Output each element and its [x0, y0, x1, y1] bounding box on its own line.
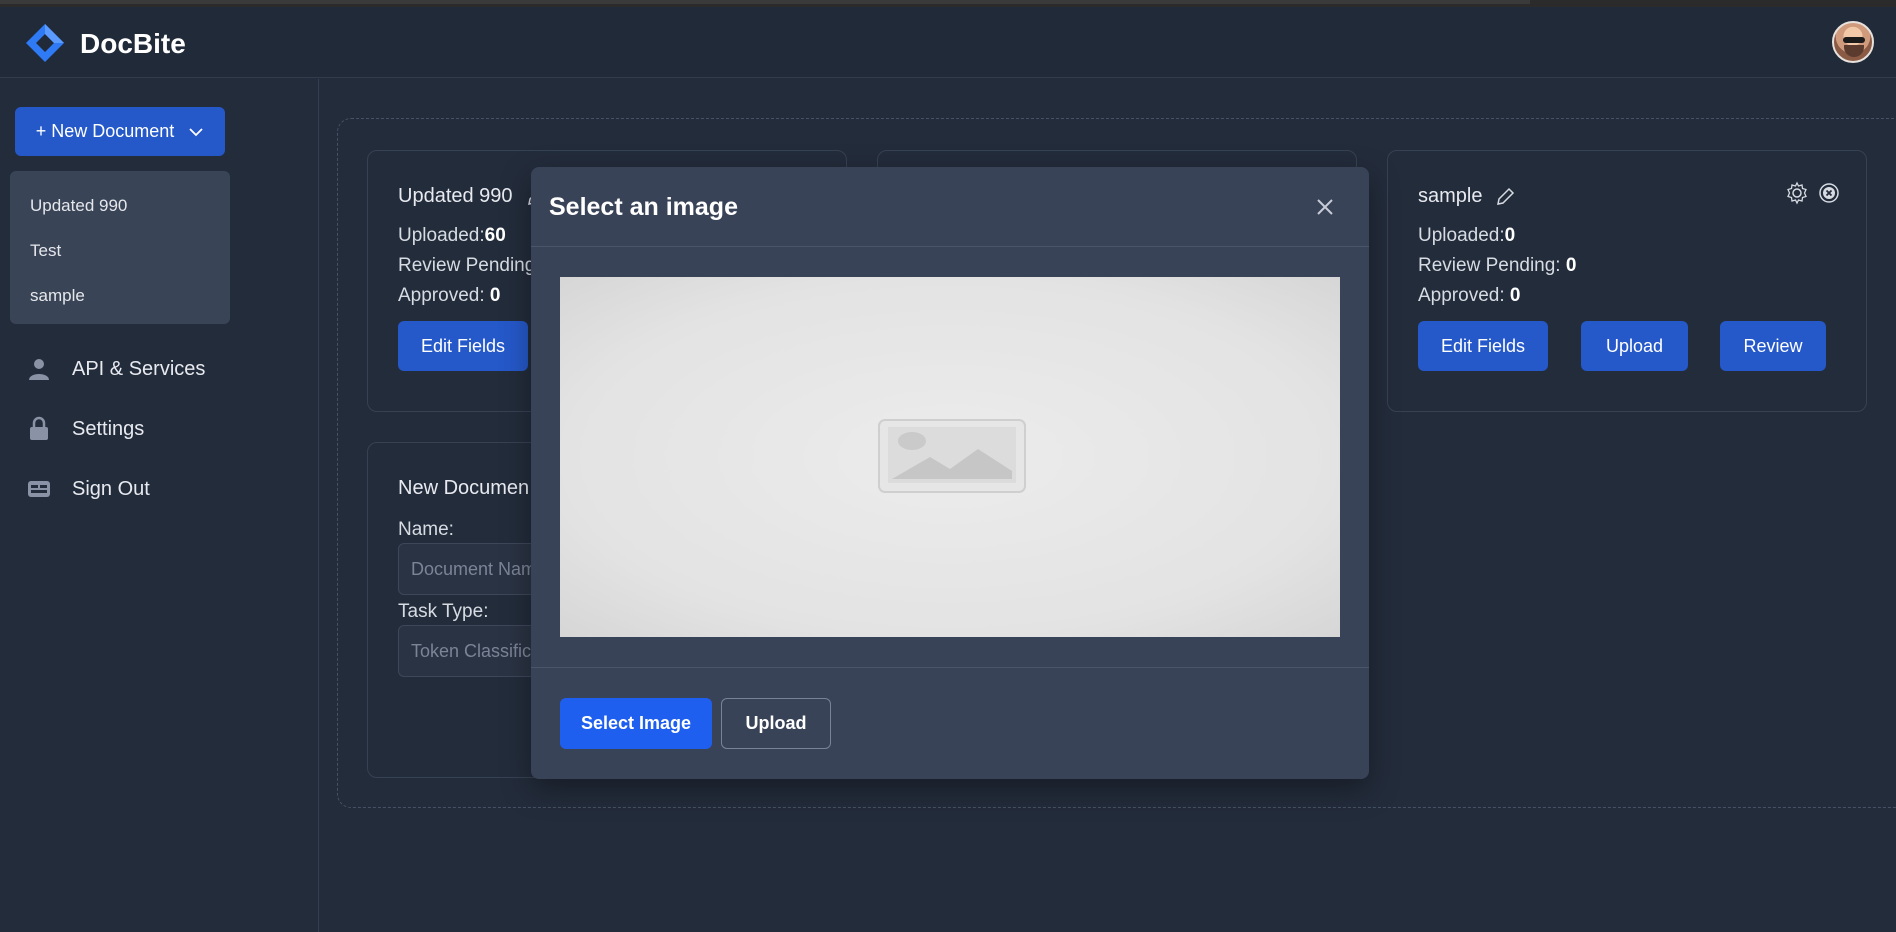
modal-header: Select an image	[531, 167, 1369, 247]
modal-upload-button[interactable]: Upload	[721, 698, 831, 749]
select-image-modal: Select an image Select Image Upload	[531, 167, 1369, 779]
image-placeholder-icon	[878, 419, 1026, 493]
image-preview	[560, 277, 1340, 637]
select-image-button[interactable]: Select Image	[560, 698, 712, 749]
close-icon[interactable]	[1313, 195, 1337, 219]
modal-title: Select an image	[549, 193, 738, 221]
modal-footer: Select Image Upload	[531, 667, 1369, 779]
